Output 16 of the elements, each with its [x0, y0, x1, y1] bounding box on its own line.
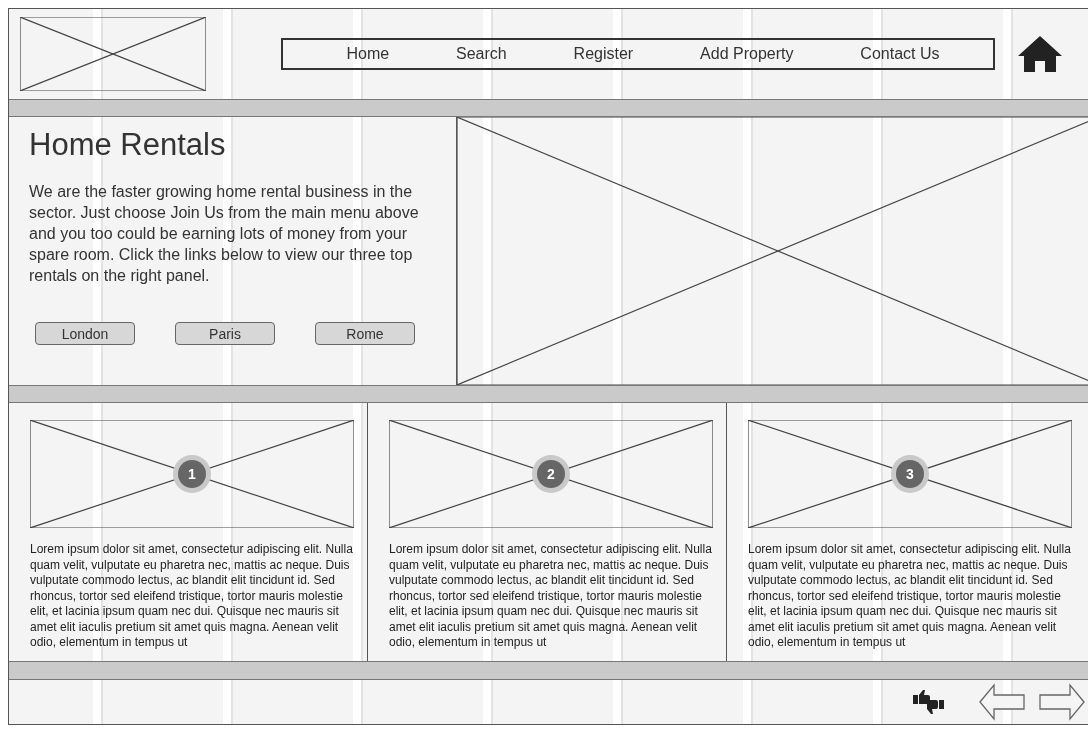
card-text: Lorem ipsum dolor sit amet, consectetur adipiscing elit. Nulla quam velit, vulputate eu pharetra nec, mattis ac neque. Duis vulputate commodo lectus, ac blandit elit tincidunt id. Sed rhoncus, tortor sed eleifend tristique, tortor mauris molestie elit, et lacinia ipsum quam nec dui. Quisque nec mauris sit amet elit iaculis pretium sit amet quis magna. Aenean velit odio, elementum in tempus ut [30, 542, 354, 651]
left-arrow-icon[interactable] [979, 683, 1025, 721]
intro-paragraph: We are the faster growing home rental business in the sector. Just choose Join Us from the main menu above and you too could be earning lots of money from your spare room. Click the links below to view our three top rentals on the right panel. [29, 182, 420, 286]
nav-link[interactable]: Add Property [694, 45, 800, 63]
city-button[interactable]: Rome [315, 322, 415, 345]
nav-link[interactable]: Register [567, 45, 640, 63]
nav-link[interactable]: Search [450, 45, 513, 63]
card-text: Lorem ipsum dolor sit amet, consectetur adipiscing elit. Nulla quam velit, vulputate eu pharetra nec, mattis ac neque. Duis vulputate commodo lectus, ac blandit elit tincidunt id. Sed rhoncus, tortor sed eleifend tristique, tortor mauris molestie elit, et lacinia ipsum quam nec dui. Quisque nec mauris sit amet elit iaculis pretium sit amet quis magna. Aenean velit odio, elementum in tempus ut [748, 542, 1072, 651]
page-title: Home Rentals [29, 127, 227, 163]
card-text: Lorem ipsum dolor sit amet, consectetur adipiscing elit. Nulla quam velit, vulputate eu pharetra nec, mattis ac neque. Duis vulputate commodo lectus, ac blandit elit tincidunt id. Sed rhoncus, tortor sed eleifend tristique, tortor mauris molestie elit, et lacinia ipsum quam nec dui. Quisque nec mauris sit amet elit iaculis pretium sit amet quis magna. Aenean velit odio, elementum in tempus ut [389, 542, 713, 651]
nav-link[interactable]: Contact Us [854, 45, 946, 63]
thumbs-icon[interactable] [911, 689, 945, 715]
nav-link[interactable]: Home [340, 45, 396, 63]
city-button[interactable]: London [35, 322, 135, 345]
right-arrow-icon[interactable] [1039, 683, 1085, 721]
city-button[interactable]: Paris [175, 322, 275, 345]
